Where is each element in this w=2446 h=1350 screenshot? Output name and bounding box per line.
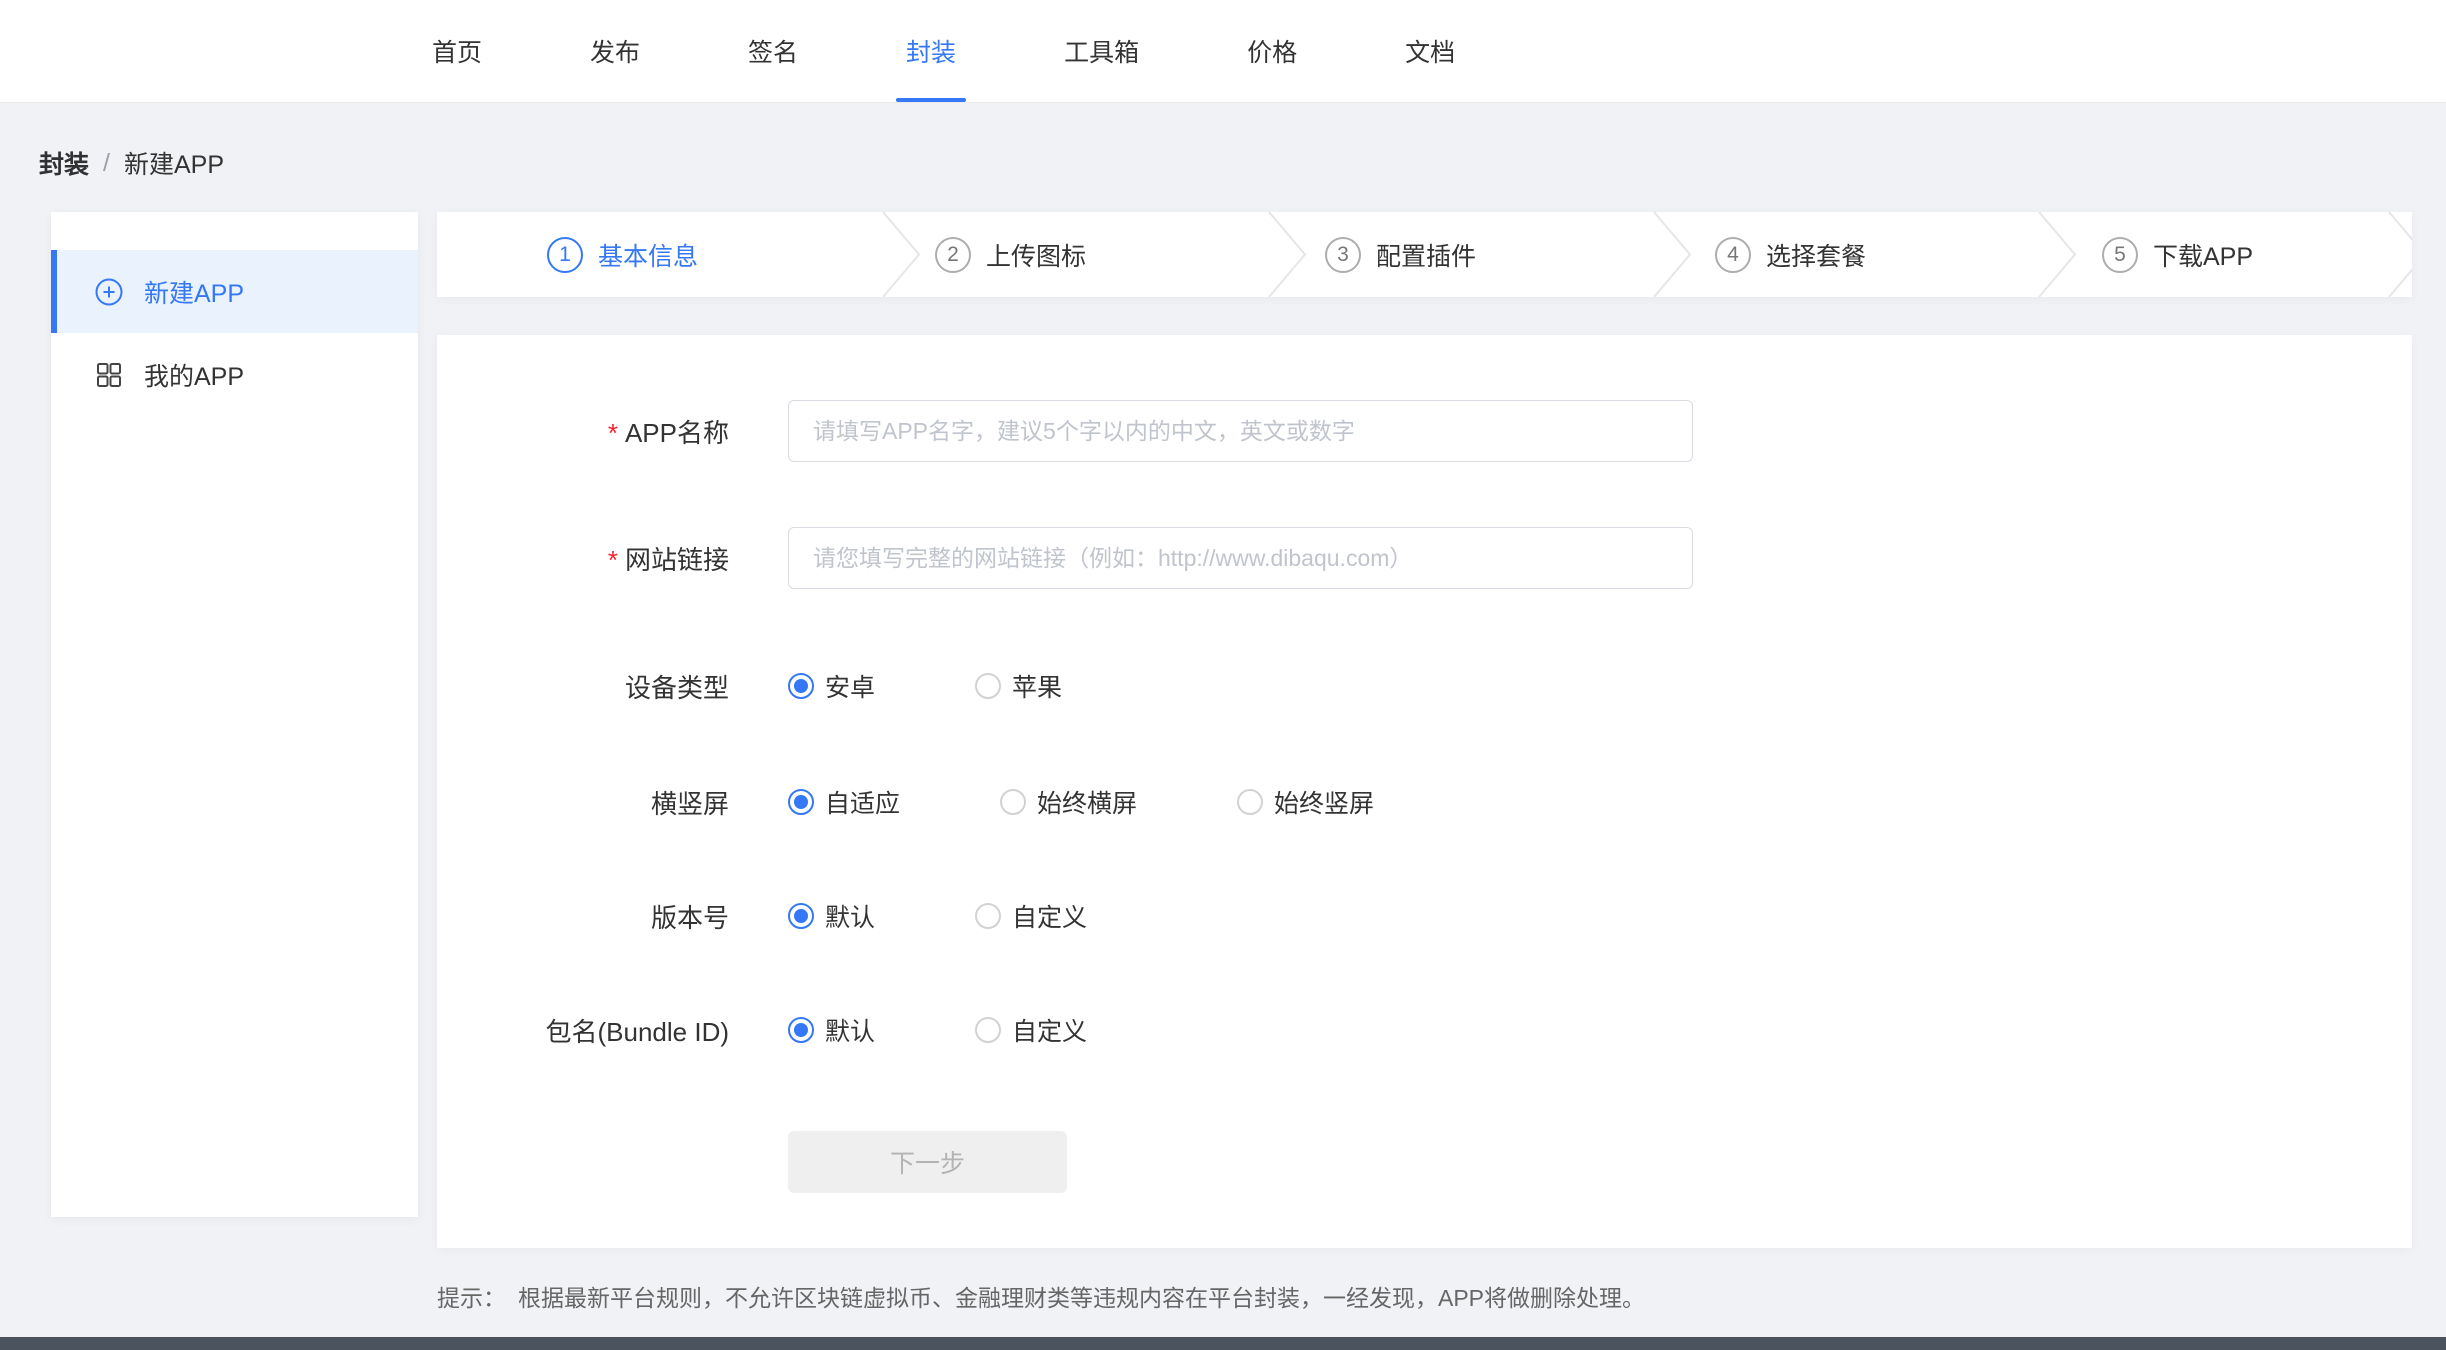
radio-device-android[interactable]: 安卓 (788, 668, 875, 704)
field-label: *APP名称 (437, 413, 729, 450)
step-upload-icon: 2 上传图标 (935, 212, 1086, 297)
platform-rule-tip: 提示： 根据最新平台规则，不允许区块链虚拟币、金融理财类等违规内容在平台封装，一… (437, 1279, 1645, 1313)
form-row-website-url: *网站链接 (437, 527, 2412, 589)
nav-item-publish[interactable]: 发布 (536, 0, 694, 102)
plus-circle-icon (94, 277, 124, 307)
breadcrumb: 封装 / 新建APP (39, 145, 224, 181)
sidebar-item-my-app[interactable]: 我的APP (51, 333, 418, 416)
step-number: 3 (1325, 237, 1361, 273)
radio-bundle-default[interactable]: 默认 (788, 1012, 875, 1048)
step-basic-info: 1 基本信息 (547, 212, 698, 297)
form-row-device-type: 设备类型 安卓 苹果 (437, 655, 2412, 717)
footer-strip (0, 1337, 2446, 1350)
step-number: 1 (547, 237, 583, 273)
nav-item-signature[interactable]: 签名 (694, 0, 852, 102)
form-row-orientation: 横竖屏 自适应 始终横屏 始终竖屏 (437, 771, 2412, 833)
step-separator-chevron-icon (2387, 212, 2412, 297)
form-row-bundle-id: 包名(Bundle ID) 默认 自定义 (437, 999, 2412, 1061)
radio-dot-icon (1237, 789, 1263, 815)
required-asterisk: * (608, 418, 618, 448)
step-select-plan: 4 选择套餐 (1715, 212, 1866, 297)
step-configure-plugins: 3 配置插件 (1325, 212, 1476, 297)
field-label: 包名(Bundle ID) (437, 1012, 729, 1049)
nav-item-docs[interactable]: 文档 (1351, 0, 1509, 102)
sidebar: 新建APP 我的APP (51, 212, 418, 1217)
tip-prefix: 提示： (437, 1279, 506, 1313)
breadcrumb-separator: / (103, 149, 110, 178)
tip-text: 根据最新平台规则，不允许区块链虚拟币、金融理财类等违规内容在平台封装，一经发现，… (518, 1279, 1645, 1313)
step-label: 上传图标 (986, 237, 1086, 273)
radio-dot-icon (1000, 789, 1026, 815)
step-download-app: 5 下载APP (2102, 212, 2253, 297)
step-number: 4 (1715, 237, 1751, 273)
required-asterisk: * (608, 545, 618, 575)
field-label: 横竖屏 (437, 784, 729, 821)
nav-item-package[interactable]: 封装 (852, 0, 1010, 102)
top-nav: 首页 发布 签名 封装 工具箱 价格 文档 (0, 0, 2446, 103)
nav-item-price[interactable]: 价格 (1193, 0, 1351, 102)
breadcrumb-current: 新建APP (124, 145, 224, 181)
website-url-input[interactable] (788, 527, 1693, 589)
step-separator-chevron-icon (2037, 212, 2077, 297)
step-separator-chevron-icon (1267, 212, 1307, 297)
steps-bar: 1 基本信息 2 上传图标 3 配置插件 4 选择套餐 5 下载APP (437, 212, 2412, 297)
form-row-version: 版本号 默认 自定义 (437, 885, 2412, 947)
step-label: 选择套餐 (1766, 237, 1866, 273)
radio-dot-icon (788, 903, 814, 929)
grid-icon (94, 360, 124, 390)
step-label: 基本信息 (598, 237, 698, 273)
radio-version-custom[interactable]: 自定义 (975, 898, 1087, 934)
new-app-form: *APP名称 *网站链接 设备类型 安卓 (437, 335, 2412, 1248)
sidebar-item-new-app[interactable]: 新建APP (51, 250, 418, 333)
radio-dot-icon (788, 673, 814, 699)
sidebar-item-label: 新建APP (144, 274, 244, 310)
breadcrumb-section[interactable]: 封装 (39, 145, 89, 181)
radio-version-default[interactable]: 默认 (788, 898, 875, 934)
radio-dot-icon (975, 903, 1001, 929)
radio-orientation-portrait[interactable]: 始终竖屏 (1237, 784, 1374, 820)
app-name-input[interactable] (788, 400, 1693, 462)
step-separator-chevron-icon (881, 212, 921, 297)
radio-dot-icon (975, 673, 1001, 699)
radio-bundle-custom[interactable]: 自定义 (975, 1012, 1087, 1048)
field-label: *网站链接 (437, 540, 729, 577)
nav-item-home[interactable]: 首页 (378, 0, 536, 102)
radio-dot-icon (788, 1017, 814, 1043)
step-number: 2 (935, 237, 971, 273)
nav-item-toolbox[interactable]: 工具箱 (1010, 0, 1193, 102)
radio-dot-icon (975, 1017, 1001, 1043)
step-label: 配置插件 (1376, 237, 1476, 273)
radio-orientation-auto[interactable]: 自适应 (788, 784, 900, 820)
next-step-button[interactable]: 下一步 (788, 1131, 1067, 1193)
form-row-app-name: *APP名称 (437, 400, 2412, 462)
radio-device-apple[interactable]: 苹果 (975, 668, 1062, 704)
step-label: 下载APP (2153, 237, 2253, 273)
step-separator-chevron-icon (1652, 212, 1692, 297)
step-number: 5 (2102, 237, 2138, 273)
radio-orientation-landscape[interactable]: 始终横屏 (1000, 784, 1137, 820)
field-label: 设备类型 (437, 668, 729, 705)
field-label: 版本号 (437, 898, 729, 935)
page: 首页 发布 签名 封装 工具箱 价格 文档 封装 / 新建APP 新建APP 我… (0, 0, 2446, 1350)
radio-dot-icon (788, 789, 814, 815)
sidebar-item-label: 我的APP (144, 357, 244, 393)
